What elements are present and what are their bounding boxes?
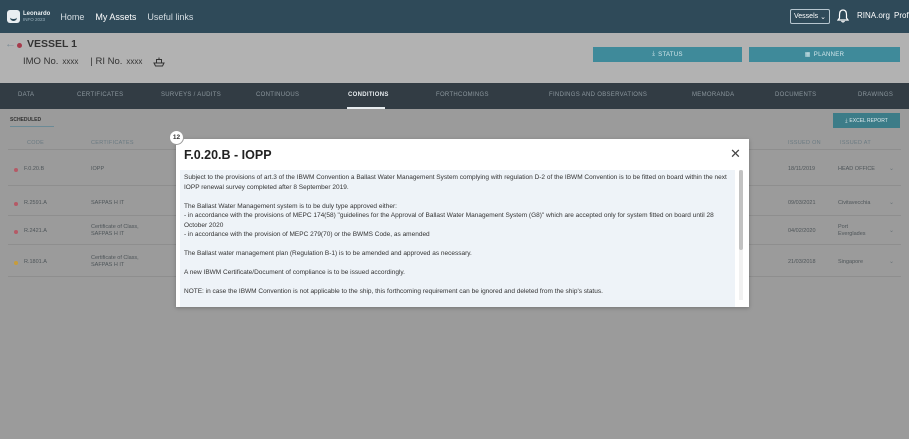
row-code: R.2591.A	[24, 200, 47, 206]
imo-label: IMO No.	[23, 56, 59, 67]
column-header-issued-on[interactable]: ISSUED ON	[788, 140, 821, 146]
chevron-down-icon[interactable]: ⌄	[889, 258, 894, 265]
row-certificate: SAFPAS H IT	[91, 200, 125, 206]
chevron-down-icon[interactable]: ⌄	[889, 165, 894, 172]
modal-body: Subject to the provisions of art.3 of th…	[180, 170, 735, 307]
nav-useful-links[interactable]: Useful links	[147, 12, 193, 22]
row-certificate: IOPP	[91, 166, 105, 172]
tab-certificates[interactable]: CERTIFICATES	[77, 92, 123, 98]
bell-icon[interactable]	[837, 9, 849, 23]
status-button[interactable]: ⤓ STATUS	[593, 47, 742, 62]
modal-bullet: - in accordance with the provisions of M…	[184, 212, 714, 229]
tab-continuous[interactable]: CONTINUOUS	[256, 92, 299, 98]
condition-detail-modal: F.0.20.B - IOPP ✕ Subject to the provisi…	[176, 139, 749, 307]
nav-my-assets[interactable]: My Assets	[95, 12, 136, 22]
vessels-dropdown-label: Vessels	[794, 13, 819, 20]
chevron-down-icon: ⌄	[820, 13, 826, 21]
vessels-dropdown[interactable]: Vessels ⌄	[790, 9, 830, 24]
tab-memoranda[interactable]: MEMORANDA	[692, 92, 734, 98]
tab-surveys-audits[interactable]: SURVEYS / AUDITS	[161, 92, 221, 98]
section-tabs: DATA CERTIFICATES SURVEYS / AUDITS CONTI…	[0, 83, 909, 109]
row-code: F.0.20.B	[24, 166, 45, 172]
row-certificate: Certificate of Class, SAFPAS H IT	[91, 255, 139, 268]
vessel-identifiers: IMO No. xxxx | RI No. xxxx	[23, 56, 166, 67]
modal-paragraph: Subject to the provisions of art.3 of th…	[184, 174, 727, 191]
modal-paragraph: A new IBWM Certificate/Document of compl…	[184, 269, 405, 276]
modal-scrollbar-thumb[interactable]	[739, 170, 743, 250]
calendar-icon: ▦	[804, 52, 811, 58]
modal-paragraph: NOTE: in case the IBWM Convention is not…	[184, 288, 603, 295]
status-dot	[14, 261, 18, 265]
imo-value: xxxx	[62, 57, 79, 66]
tab-documents[interactable]: DOCUMENTS	[775, 92, 816, 98]
tab-forthcomings[interactable]: FORTHCOMINGS	[436, 92, 489, 98]
row-issued-on: 21/03/2018	[788, 259, 816, 265]
chevron-down-icon[interactable]: ⌄	[889, 199, 894, 206]
column-header-code[interactable]: CODE	[27, 140, 44, 146]
tab-findings-observations[interactable]: FINDINGS AND OBSERVATIONS	[549, 92, 647, 98]
row-code: R.1801.A	[24, 259, 47, 265]
logo-text: Leonardo INFO 2023	[23, 11, 50, 23]
arrow-left-icon[interactable]: ←	[5, 38, 16, 50]
row-issued-at: Singapore	[838, 259, 864, 265]
row-certificate: Certificate of Class, SAFPAS H IT	[91, 224, 139, 237]
download-icon: ⤓	[845, 117, 848, 124]
row-issued-at: HEAD OFFICE	[838, 166, 875, 172]
excel-report-label: EXCEL REPORT	[849, 117, 888, 124]
row-issued-on: 09/03/2021	[788, 200, 816, 206]
modal-title: F.0.20.B - IOPP	[184, 148, 272, 162]
row-code: R.2421.A	[24, 228, 47, 234]
row-issued-on: 04/02/2020	[788, 228, 816, 234]
excel-report-button[interactable]: ⤓ EXCEL REPORT	[833, 113, 900, 128]
top-navigation-bar: Leonardo INFO 2023 Home My Assets Useful…	[0, 0, 909, 33]
profile-link[interactable]: Profile	[894, 11, 909, 20]
modal-paragraph: The Ballast Water Management system is t…	[184, 202, 735, 240]
row-issued-at: Port Everglades	[838, 224, 866, 237]
tab-drawings[interactable]: DRAWINGS	[858, 92, 893, 98]
planner-button[interactable]: ▦ PLANNER	[749, 47, 900, 62]
modal-paragraph-lead: The Ballast Water Management system is t…	[184, 202, 397, 210]
scheduled-tab-indicator	[10, 126, 54, 127]
rina-org-link[interactable]: RINA.org	[857, 11, 890, 20]
column-header-issued-at[interactable]: ISSUED AT	[840, 140, 871, 146]
ri-label: | RI No.	[90, 56, 123, 67]
status-button-label: STATUS	[658, 51, 683, 58]
close-icon[interactable]: ✕	[730, 147, 741, 160]
leonardo-logo[interactable]: Leonardo INFO 2023	[7, 10, 50, 23]
status-dot	[14, 168, 18, 172]
ship-icon	[153, 57, 166, 66]
status-dot	[14, 202, 18, 206]
leonardo-logo-icon	[7, 10, 20, 23]
row-issued-on: 18/11/2019	[788, 166, 816, 172]
chevron-down-icon[interactable]: ⌄	[889, 227, 894, 234]
ri-value: xxxx	[126, 57, 143, 66]
status-dot	[14, 230, 18, 234]
vessel-name: VESSEL 1	[27, 38, 77, 50]
modal-bullet: - in accordance with the provision of ME…	[184, 231, 430, 238]
vessel-header: ← VESSEL 1 IMO No. xxxx | RI No. xxxx ⤓ …	[0, 33, 909, 83]
tab-scheduled[interactable]: SCHEDULED	[10, 117, 41, 123]
nav-home[interactable]: Home	[60, 12, 84, 22]
row-issued-at: Civitavecchia	[838, 200, 871, 206]
main-nav: Home My Assets Useful links	[60, 12, 193, 22]
vessel-status-dot	[17, 43, 22, 48]
column-header-certificates[interactable]: CERTIFICATES	[91, 140, 134, 146]
step-badge: 12	[169, 130, 184, 145]
modal-paragraph: The Ballast water management plan (Regul…	[184, 250, 472, 257]
tab-conditions[interactable]: CONDITIONS	[348, 92, 389, 98]
logo-line2: INFO 2023	[23, 16, 46, 22]
planner-button-label: PLANNER	[813, 51, 845, 58]
tab-data[interactable]: DATA	[18, 92, 34, 98]
download-icon: ⤓	[652, 51, 656, 57]
